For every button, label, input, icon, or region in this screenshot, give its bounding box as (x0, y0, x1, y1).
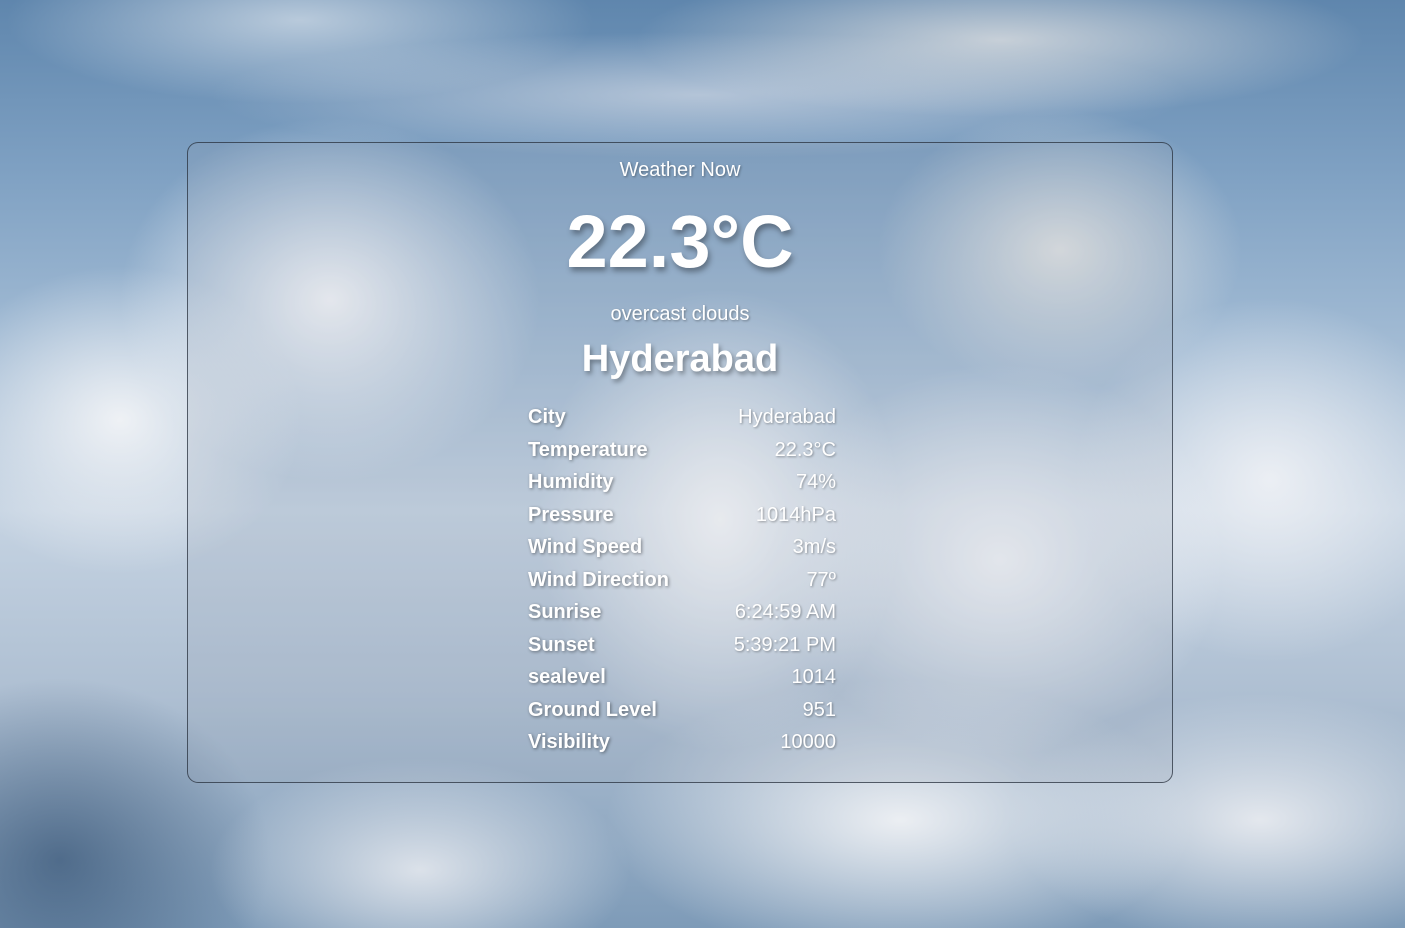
detail-row-temperature: Temperature 22.3°C (528, 434, 836, 467)
detail-label: City (528, 406, 566, 428)
detail-row-sunrise: Sunrise 6:24:59 AM (528, 596, 836, 629)
detail-value: 77º (806, 568, 836, 591)
detail-row-visibility: Visibility 10000 (528, 726, 836, 759)
weather-description: overcast clouds (610, 303, 750, 325)
app-title: Weather Now (619, 159, 741, 181)
detail-value: 6:24:59 AM (734, 601, 836, 623)
detail-label: Wind Direction (528, 568, 669, 591)
weather-card: Weather Now 22.3°C overcast clouds Hyder… (187, 142, 1173, 783)
detail-value: 74% (795, 471, 836, 493)
detail-label: Visibility (528, 731, 610, 753)
weather-details-list: City Hyderabad Temperature 22.3°C Humidi… (528, 401, 836, 759)
detail-value: Hyderabad (738, 406, 836, 428)
detail-value: 3m/s (792, 536, 836, 558)
detail-value: 951 (802, 698, 836, 721)
detail-value: 22.3°C (774, 438, 836, 461)
detail-row-wind-direction: Wind Direction 77º (528, 564, 836, 597)
current-temperature: 22.3°C (566, 200, 794, 283)
detail-label: Sunrise (528, 601, 602, 623)
detail-row-ground-level: Ground Level 951 (528, 694, 836, 727)
detail-row-wind-speed: Wind Speed 3m/s (528, 531, 836, 564)
detail-label: Pressure (528, 503, 614, 526)
detail-row-city: City Hyderabad (528, 401, 836, 434)
detail-label: sealevel (528, 666, 606, 688)
detail-row-sunset: Sunset 5:39:21 PM (528, 629, 836, 662)
detail-label: Sunset (528, 633, 595, 656)
city-name: Hyderabad (581, 338, 779, 380)
detail-value: 10000 (780, 731, 836, 753)
detail-row-pressure: Pressure 1014hPa (528, 499, 836, 532)
detail-value: 1014hPa (755, 503, 836, 526)
detail-label: Ground Level (528, 698, 657, 721)
detail-row-sealevel: sealevel 1014 (528, 661, 836, 694)
detail-value: 1014 (791, 666, 837, 688)
detail-row-humidity: Humidity 74% (528, 466, 836, 499)
detail-label: Temperature (528, 438, 648, 461)
detail-value: 5:39:21 PM (733, 633, 836, 656)
detail-label: Wind Speed (528, 536, 643, 558)
detail-label: Humidity (528, 471, 614, 493)
